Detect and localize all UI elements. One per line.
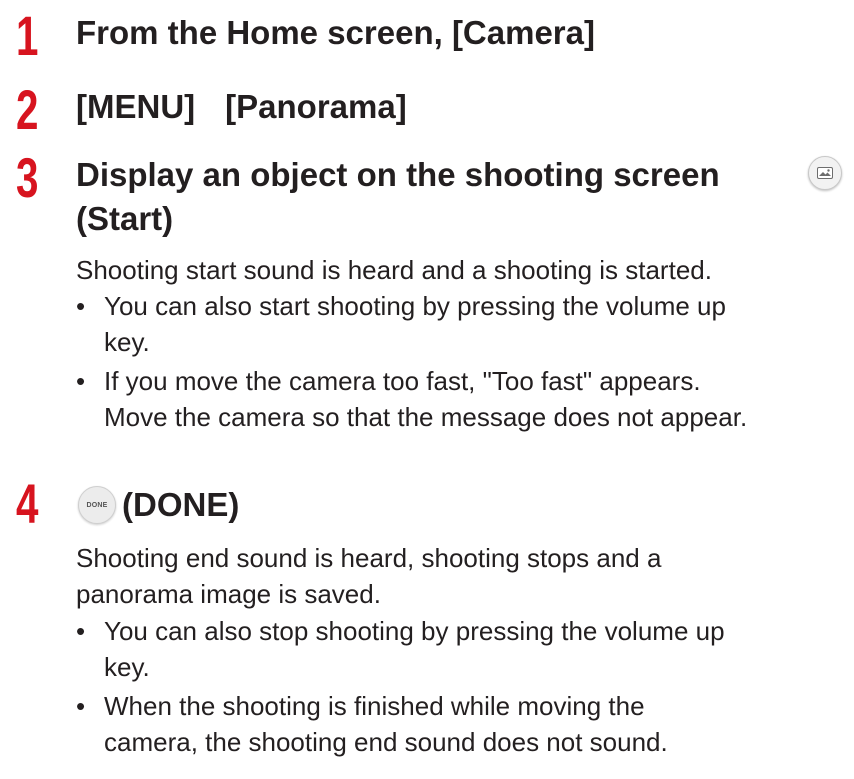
step-1-title: From the Home screen, [Camera] [76,14,595,51]
bullet-line: key. [104,327,150,357]
bullet-line: You can also start shooting by pressing … [104,291,726,321]
bullet-line: You can also stop shooting by pressing t… [104,616,725,646]
bullet-content: If you move the camera too fast, "Too fa… [76,363,747,435]
bullet-mark: • [76,691,86,721]
step-2-number: 2 [16,78,39,141]
bullet-content: When the shooting is finished while movi… [76,688,668,760]
bullet-content: You can also stop shooting by pressing t… [76,613,725,685]
bullet-mark: • [76,366,86,396]
panorama-option-label: [Panorama] [225,88,407,125]
step-4-bullet-1: • You can also stop shooting by pressing… [76,613,725,685]
step-3-bullet-2: • If you move the camera too fast, "Too … [76,363,747,435]
step-3-title-line2: (Start) [76,200,174,237]
step-1-number: 1 [16,4,39,67]
step-3-title-line1: Display an object on the shooting screen [76,156,720,193]
step-4-title: (DONE) [122,486,240,523]
step-4-number: 4 [16,472,39,535]
bullet-line: camera, the shooting end sound does not … [104,727,668,757]
step-2-title: [MENU] [Panorama] [76,84,407,130]
manual-page: { "steps": [ { "number": "1", "title": "… [0,0,854,779]
bullet-line: When the shooting is finished while movi… [104,691,645,721]
bullet-line: If you move the camera too fast, "Too fa… [104,366,701,396]
menu-key-label: [MENU] [76,88,196,125]
step-3-bullet-1: • You can also start shooting by pressin… [76,288,726,360]
step-3-number: 3 [16,146,39,209]
step-4-description-line2: panorama image is saved. [76,579,381,609]
panorama-glyph-icon [817,167,833,179]
bullet-mark: • [76,291,86,321]
step-4-bullet-2: • When the shooting is finished while mo… [76,688,668,760]
bullet-mark: • [76,616,86,646]
step-3-description: Shooting start sound is heard and a shoo… [76,255,712,285]
done-button-icon: DONE [78,486,116,524]
bullet-line: Move the camera so that the message does… [104,402,748,432]
panorama-shutter-icon [808,156,842,190]
bullet-line: key. [104,652,150,682]
bullet-content: You can also start shooting by pressing … [76,288,726,360]
step-4-description-line1: Shooting end sound is heard, shooting st… [76,543,662,573]
